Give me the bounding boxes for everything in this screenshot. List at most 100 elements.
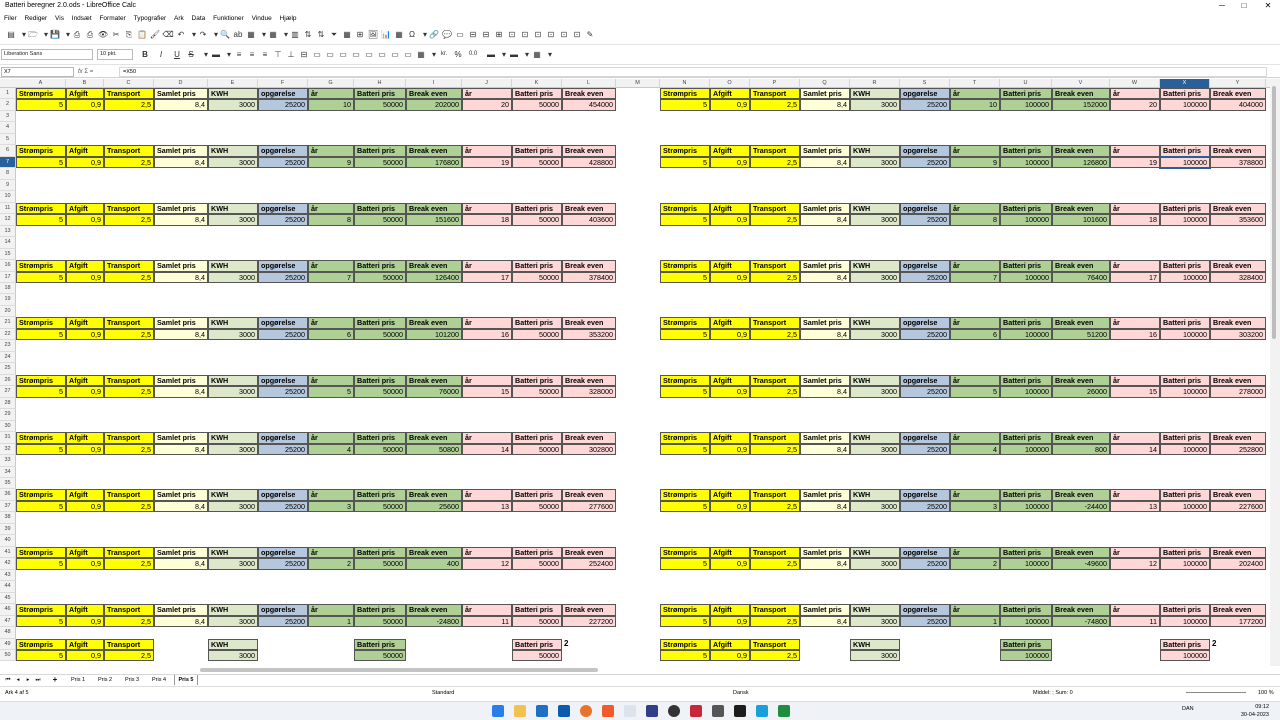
value-cell[interactable]: 8,4 [154, 156, 208, 169]
document-icon[interactable] [624, 705, 636, 717]
header-cell[interactable]: Samlet pris [800, 374, 850, 387]
value-cell[interactable]: 0,9 [66, 214, 104, 226]
toolbar-icon[interactable]: ▭ [402, 49, 414, 60]
header-cell[interactable]: Transport [750, 432, 800, 444]
column-header[interactable]: T [950, 79, 1000, 88]
header-cell[interactable]: Afgift [710, 604, 750, 616]
row-header[interactable]: 46 [0, 604, 16, 616]
header-cell[interactable]: Batteri pris [1000, 638, 1052, 651]
toolbar-icon[interactable]: ▦ [393, 29, 405, 40]
sheet-tab-pris-2[interactable]: Pris 2 [93, 675, 117, 685]
row-header[interactable]: 27 [0, 386, 16, 398]
header-cell[interactable]: Batteri pris [1160, 145, 1210, 157]
value-cell[interactable]: 100000 [1160, 443, 1210, 456]
toolbar-icon[interactable]: ⇅ [315, 29, 327, 40]
toolbar-icon[interactable]: ⊞ [354, 29, 366, 40]
header-cell[interactable]: Strømpris [660, 317, 710, 329]
header-cell[interactable]: Afgift [710, 317, 750, 329]
row-header[interactable]: 39 [0, 523, 16, 536]
value-cell[interactable]: 3000 [850, 271, 900, 283]
value-cell[interactable]: 100000 [1160, 214, 1210, 226]
header-cell[interactable]: Transport [104, 546, 154, 559]
value-cell[interactable]: 3 [308, 500, 354, 513]
value-cell[interactable]: 25200 [900, 99, 950, 111]
header-cell[interactable]: Strømpris [660, 546, 710, 559]
header-cell[interactable]: Samlet pris [800, 604, 850, 616]
row-header[interactable]: 41 [0, 546, 16, 559]
header-cell[interactable]: Break even [1210, 546, 1266, 559]
header-cell[interactable]: Samlet pris [800, 317, 850, 329]
value-cell[interactable]: 25200 [900, 558, 950, 570]
header-cell[interactable]: år [462, 374, 512, 387]
value-cell[interactable]: 0,9 [710, 443, 750, 456]
toolbar-icon[interactable]: ▭ [376, 49, 388, 60]
value-cell[interactable]: 8,4 [154, 615, 208, 628]
toolbar-icon[interactable]: ≡ [233, 49, 245, 60]
file-explorer-icon[interactable] [514, 705, 526, 717]
value-cell[interactable]: 126800 [1052, 156, 1110, 169]
toolbar-icon[interactable]: ▭ [350, 49, 362, 60]
clock[interactable]: 09:12 30-04-2023 [1229, 703, 1269, 719]
horizontal-scrollbar[interactable] [200, 667, 1270, 673]
row-header[interactable]: 4 [0, 122, 16, 134]
menu-indsaet[interactable]: Indsæt [72, 13, 92, 24]
toolbar-icon[interactable]: ⊞ [493, 29, 505, 40]
header-cell[interactable]: Batteri pris [512, 546, 562, 559]
selection-summary[interactable]: Middel: ; Sum: 0 [1033, 687, 1073, 698]
value-cell[interactable]: 17 [1110, 271, 1160, 283]
toolbar-icon[interactable]: Ω [406, 29, 418, 40]
sheet-tab-pris-5[interactable]: Pris 5 [174, 675, 198, 685]
toolbar-icon[interactable]: 🖼 [367, 29, 379, 40]
header-cell[interactable]: KWH [850, 317, 900, 329]
value-cell[interactable]: 50800 [406, 443, 462, 456]
value-cell[interactable]: 25200 [258, 558, 308, 570]
value-cell[interactable]: 25200 [900, 271, 950, 283]
header-cell[interactable]: Afgift [710, 546, 750, 559]
toolbar-icon[interactable]: ▭ [363, 49, 375, 60]
header-cell[interactable]: Batteri pris [354, 604, 406, 616]
column-header[interactable]: D [154, 79, 208, 88]
value-cell[interactable]: -49600 [1052, 558, 1110, 570]
header-cell[interactable]: opgørelse [900, 604, 950, 616]
header-cell[interactable]: år [308, 145, 354, 157]
header-cell[interactable]: Strømpris [660, 432, 710, 444]
value-cell[interactable]: 5 [660, 386, 710, 398]
header-cell[interactable]: år [462, 202, 512, 215]
value-cell[interactable]: 252400 [562, 558, 616, 570]
toolbar-icon[interactable]: ▾ [544, 49, 556, 60]
header-cell[interactable]: Samlet pris [800, 546, 850, 559]
value-cell[interactable]: 0,9 [66, 271, 104, 283]
header-cell[interactable]: Strømpris [16, 145, 66, 157]
value-cell[interactable]: 2,5 [750, 156, 800, 169]
value-cell[interactable]: 50000 [512, 558, 562, 570]
value-cell[interactable]: 5 [16, 558, 66, 570]
value-cell[interactable]: 8,4 [154, 99, 208, 111]
value-cell[interactable]: 16 [462, 328, 512, 341]
header-cell[interactable]: opgørelse [258, 260, 308, 272]
value-cell[interactable]: 3000 [208, 156, 258, 169]
header-cell[interactable]: KWH [208, 604, 258, 616]
header-cell[interactable]: år [1110, 374, 1160, 387]
header-cell[interactable]: Transport [104, 489, 154, 501]
toolbar-icon[interactable]: ▾ [428, 49, 440, 60]
header-cell[interactable]: Strømpris [16, 546, 66, 559]
value-cell[interactable]: 1 [950, 615, 1000, 628]
value-cell[interactable]: 2,5 [104, 615, 154, 628]
value-cell[interactable]: 5 [660, 615, 710, 628]
header-cell[interactable]: år [308, 432, 354, 444]
value-cell[interactable]: 13 [462, 500, 512, 513]
header-cell[interactable]: Transport [750, 374, 800, 387]
header-cell[interactable]: Afgift [710, 432, 750, 444]
header-cell[interactable]: KWH [208, 489, 258, 501]
value-cell[interactable]: 100000 [1000, 328, 1052, 341]
header-cell[interactable]: Samlet pris [800, 260, 850, 272]
value-cell[interactable]: 25200 [258, 99, 308, 111]
value-cell[interactable]: 2,5 [104, 650, 154, 662]
language-tray[interactable]: DAN [1182, 706, 1194, 712]
header-cell[interactable]: KWH [208, 374, 258, 387]
header-cell[interactable]: opgørelse [258, 317, 308, 329]
toolbar-icon[interactable]: ▦ [245, 29, 257, 40]
value-cell[interactable]: 50000 [354, 650, 406, 662]
header-cell[interactable]: år [462, 604, 512, 616]
toolbar-icon[interactable]: ▥ [289, 29, 301, 40]
